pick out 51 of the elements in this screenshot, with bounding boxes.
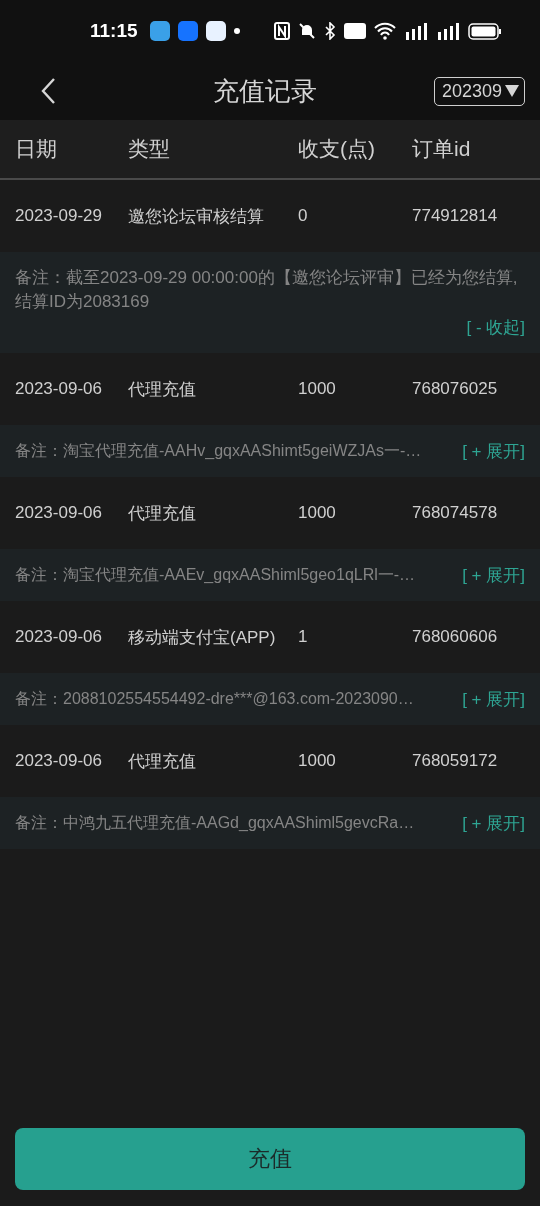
app-icon xyxy=(177,21,198,41)
table-cell-text: 代理充值 xyxy=(128,502,196,525)
signal-icon xyxy=(436,22,460,40)
signal-icon xyxy=(404,22,428,40)
month-dropdown[interactable]: 202309 xyxy=(433,76,525,106)
table-cell: 768074578 xyxy=(412,503,498,523)
table-cell: 1000 xyxy=(298,379,336,399)
status-time: 11:15 xyxy=(90,20,138,42)
nfc-icon xyxy=(274,22,290,40)
table-cell: 2023-09-06 xyxy=(15,627,102,647)
column-header: 收支(点) xyxy=(298,136,375,162)
table-cell-text: 邀您论坛审核结算 xyxy=(128,205,264,228)
bluetooth-icon xyxy=(324,22,336,40)
table-cell: 768059172 xyxy=(412,751,498,771)
column-header: 类型 xyxy=(128,136,170,162)
note-text: 备注：2088102554554492-dre***@163.com-2023090… xyxy=(15,689,414,709)
table-cell: 774912814 xyxy=(412,206,498,226)
table-cell: 1000 xyxy=(298,751,336,771)
note-text: 备注：中鸿九五代理充值-AAGd_gqxAAShiml5gevcRa… xyxy=(15,813,415,833)
mute-icon xyxy=(298,22,316,40)
toggle-link[interactable]: [ - 收起] xyxy=(466,316,525,339)
toggle-link[interactable]: [ + 展开] xyxy=(462,439,525,463)
table-cell: 1 xyxy=(298,627,308,647)
table-cell: 2023-09-29 xyxy=(15,206,102,226)
table-cell: 2023-09-06 xyxy=(15,379,102,399)
toggle-link[interactable]: [ + 展开] xyxy=(462,811,525,835)
table-cell-text: 代理充值 xyxy=(128,378,196,401)
table-cell: 2023-09-06 xyxy=(15,751,102,771)
table-cell: 768060606 xyxy=(412,627,498,647)
battery-icon xyxy=(468,22,502,40)
note-text: 备注：淘宝代理充值-AAEv_gqxAAShiml5geo1qLRl一-… xyxy=(15,565,416,585)
note-text: 备注：淘宝代理充值-AAHv_gqxAAShimt5geiWZJAs一-… xyxy=(15,441,422,461)
toggle-link[interactable]: [ + 展开] xyxy=(462,563,525,587)
back-icon[interactable] xyxy=(40,77,56,105)
toggle-link[interactable]: [ + 展开] xyxy=(462,687,525,711)
app-icon xyxy=(205,21,226,41)
caret-icon xyxy=(505,85,519,97)
table-cell: 2023-09-06 xyxy=(15,503,102,523)
column-header: 日期 xyxy=(15,136,57,162)
dot-icon xyxy=(233,28,240,34)
table-cell-text: 移动端支付宝(APP) xyxy=(128,626,276,649)
table-cell: 0 xyxy=(298,206,308,226)
wifi-icon xyxy=(374,22,396,40)
table-cell: 1000 xyxy=(298,503,336,523)
page-title: 充值记录 xyxy=(211,74,318,108)
table-cell-text: 代理充值 xyxy=(128,750,196,773)
app-icon xyxy=(149,21,170,41)
note-text: 备注：截至2023-09-29 00:00:00的【邀您论坛评审】已经为您结算,结算ID为2083169 xyxy=(15,267,519,313)
table-cell: 768076025 xyxy=(412,379,498,399)
recharge-button[interactable]: 充值 xyxy=(15,1128,525,1190)
column-header: 订单id xyxy=(412,136,471,162)
